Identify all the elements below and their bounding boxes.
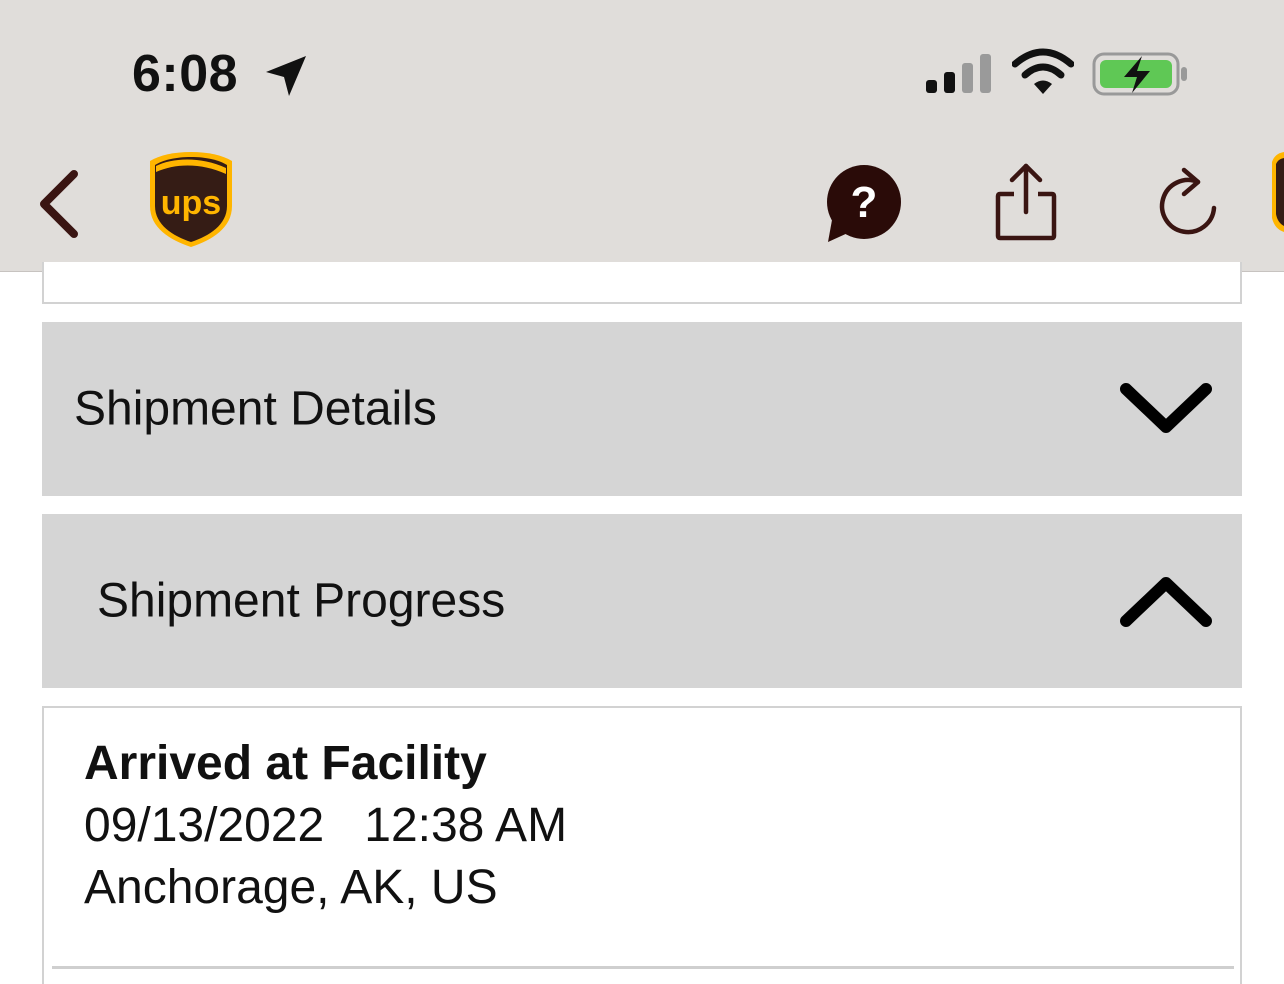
event-location: Anchorage, AK, US xyxy=(84,861,498,914)
event-divider xyxy=(52,966,1234,969)
battery-charging-icon xyxy=(1092,52,1187,96)
app-header: 6:08 ups ? xyxy=(0,0,1284,272)
ups-logo: ups xyxy=(150,152,232,247)
wifi-icon xyxy=(1012,48,1074,94)
shipment-details-title: Shipment Details xyxy=(74,382,437,436)
signal-icon xyxy=(926,54,991,93)
shipment-progress-accordion[interactable]: Shipment Progress xyxy=(42,514,1242,688)
previous-card xyxy=(42,262,1242,304)
svg-text:?: ? xyxy=(851,178,878,227)
chevron-down-icon xyxy=(1120,383,1212,433)
help-icon[interactable]: ? xyxy=(822,164,906,244)
progress-event-card: Arrived at Facility 09/13/2022 12:38 AM … xyxy=(42,706,1242,984)
shipment-details-accordion[interactable]: Shipment Details xyxy=(42,322,1242,496)
back-chevron-icon[interactable] xyxy=(30,168,86,240)
shipment-progress-title: Shipment Progress xyxy=(97,574,506,628)
reload-icon[interactable] xyxy=(1154,164,1222,240)
event-datetime: 09/13/2022 12:38 AM xyxy=(84,799,568,852)
ups-logo-partial-icon xyxy=(1272,152,1284,232)
chevron-up-icon xyxy=(1120,577,1212,627)
ups-logo-text: ups xyxy=(161,184,221,222)
event-status: Arrived at Facility xyxy=(84,737,487,790)
share-icon[interactable] xyxy=(992,162,1060,242)
location-arrow-icon xyxy=(266,56,306,96)
status-time: 6:08 xyxy=(132,45,239,103)
